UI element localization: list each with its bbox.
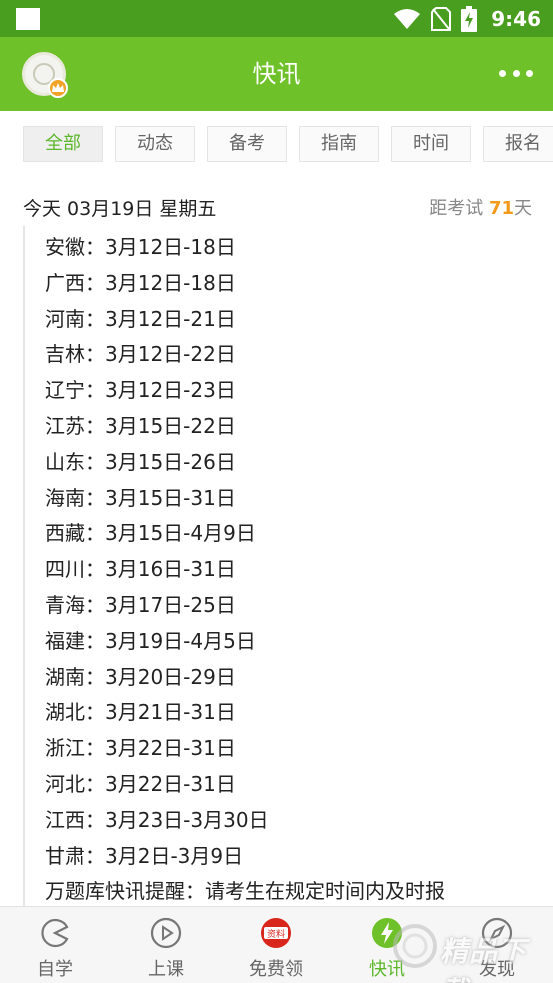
list-item: 吉林：3月12日-22日	[45, 342, 236, 367]
tab-all[interactable]: 全部	[23, 126, 103, 162]
app-bar: 快讯	[0, 37, 553, 111]
list-item: 湖南：3月20日-29日	[45, 664, 236, 689]
list-item: 河南：3月12日-21日	[45, 306, 236, 331]
status-icons: 9:46	[393, 0, 541, 37]
tab-news[interactable]: 动态	[115, 126, 195, 162]
more-options-icon[interactable]	[499, 63, 533, 83]
list-item: 江苏：3月15日-22日	[45, 413, 236, 438]
watermark: 精品下载	[390, 918, 550, 983]
today-date: 今天 03月19日 星期五	[23, 198, 217, 220]
page-title: 快讯	[252, 60, 301, 88]
status-bar: 9:46	[0, 0, 553, 37]
news-content: 安徽：3月12日-18日 广西：3月12日-18日 河南：3月12日-21日 吉…	[45, 230, 545, 910]
wifi-icon	[394, 8, 421, 29]
list-item: 西藏：3月15日-4月9日	[45, 521, 256, 546]
nav-classes[interactable]: 上课	[111, 907, 221, 983]
timeline-line	[23, 226, 25, 906]
countdown-prefix: 距考试	[429, 198, 484, 219]
list-item: 安徽：3月12日-18日	[45, 235, 236, 259]
tab-schedule[interactable]: 时间	[391, 126, 471, 162]
pacman-icon	[41, 918, 69, 948]
tab-guide[interactable]: 指南	[299, 126, 379, 162]
list-item: 浙江：3月22日-31日	[45, 736, 236, 761]
watermark-logo-icon	[393, 924, 437, 968]
list-item: 湖北：3月21日-31日	[45, 700, 236, 725]
play-circle-icon	[150, 917, 182, 949]
list-item: 甘肃：3月2日-3月9日	[45, 843, 244, 868]
nav-label: 自学	[37, 959, 73, 980]
status-time: 9:46	[491, 6, 541, 31]
list-item: 江西：3月23日-3月30日	[45, 807, 269, 832]
nav-label: 上课	[148, 959, 184, 980]
countdown-suffix: 天	[514, 198, 532, 219]
filter-tabs: 全部 动态 备考 指南 时间 报名	[0, 111, 553, 177]
exam-countdown: 距考试 71天	[429, 194, 532, 220]
countdown-days: 71	[488, 198, 514, 219]
list-item: 海南：3月15日-31日	[45, 485, 236, 510]
materials-badge-icon: 资料	[261, 918, 291, 948]
list-item: 辽宁：3月12日-23日	[45, 378, 236, 403]
battery-charging-icon	[461, 5, 478, 32]
list-item: 四川：3月16日-31日	[45, 557, 236, 582]
nav-free-materials[interactable]: 资料 免费领	[221, 907, 331, 983]
notification-square-icon	[16, 8, 40, 30]
tab-exam-prep[interactable]: 备考	[207, 126, 287, 162]
badge-text: 资料	[267, 928, 285, 940]
nav-self-study[interactable]: 自学	[0, 907, 110, 983]
date-header: 今天 03月19日 星期五 距考试 71天	[0, 186, 553, 226]
nav-label: 免费领	[249, 959, 303, 980]
list-item: 青海：3月17日-25日	[45, 592, 236, 617]
list-item: 广西：3月12日-18日	[45, 270, 236, 295]
list-item: 福建：3月19日-4月5日	[45, 628, 256, 653]
watermark-text: 精品下载	[440, 935, 528, 983]
tab-registration[interactable]: 报名	[483, 126, 553, 162]
list-item: 山东：3月15日-26日	[45, 449, 236, 474]
reminder-text: 万题库快讯提醒：请考生在规定时间内及时报	[45, 879, 445, 904]
list-item: 河北：3月22日-31日	[45, 771, 236, 796]
no-sim-icon	[431, 6, 452, 31]
